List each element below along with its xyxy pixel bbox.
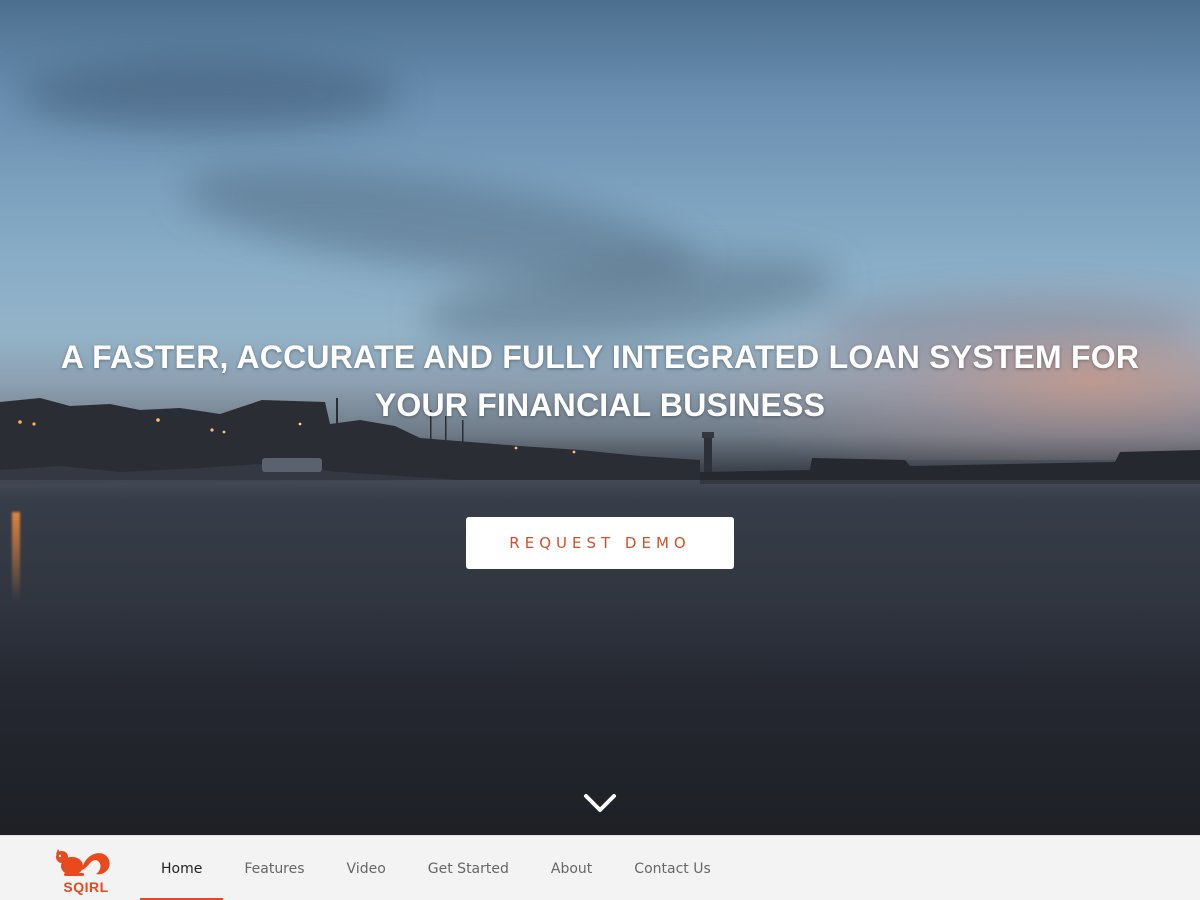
water-reflection <box>0 480 1200 680</box>
brand-name: SQIRL <box>63 879 109 895</box>
chevron-down-icon[interactable] <box>582 790 618 818</box>
nav-item-contact-us[interactable]: Contact Us <box>613 836 731 900</box>
nav-item-about[interactable]: About <box>530 836 613 900</box>
nav-item-home[interactable]: Home <box>140 836 224 900</box>
hero-section: A FASTER, ACCURATE AND FULLY INTEGRATED … <box>0 0 1200 835</box>
nav-item-features[interactable]: Features <box>223 836 325 900</box>
brand-logo[interactable]: SQIRL <box>52 846 114 896</box>
sky-cloud <box>20 60 400 130</box>
nav-menu: Home Features Video Get Started About Co… <box>140 836 732 900</box>
hero-headline: A FASTER, ACCURATE AND FULLY INTEGRATED … <box>60 339 1140 423</box>
nav-item-get-started[interactable]: Get Started <box>407 836 530 900</box>
main-navbar: SQIRL Home Features Video Get Started Ab… <box>0 835 1200 900</box>
light-reflection <box>12 512 20 602</box>
request-demo-button[interactable]: REQUEST DEMO <box>466 517 734 569</box>
nav-item-video[interactable]: Video <box>326 836 407 900</box>
squirrel-logo-icon <box>56 849 110 876</box>
